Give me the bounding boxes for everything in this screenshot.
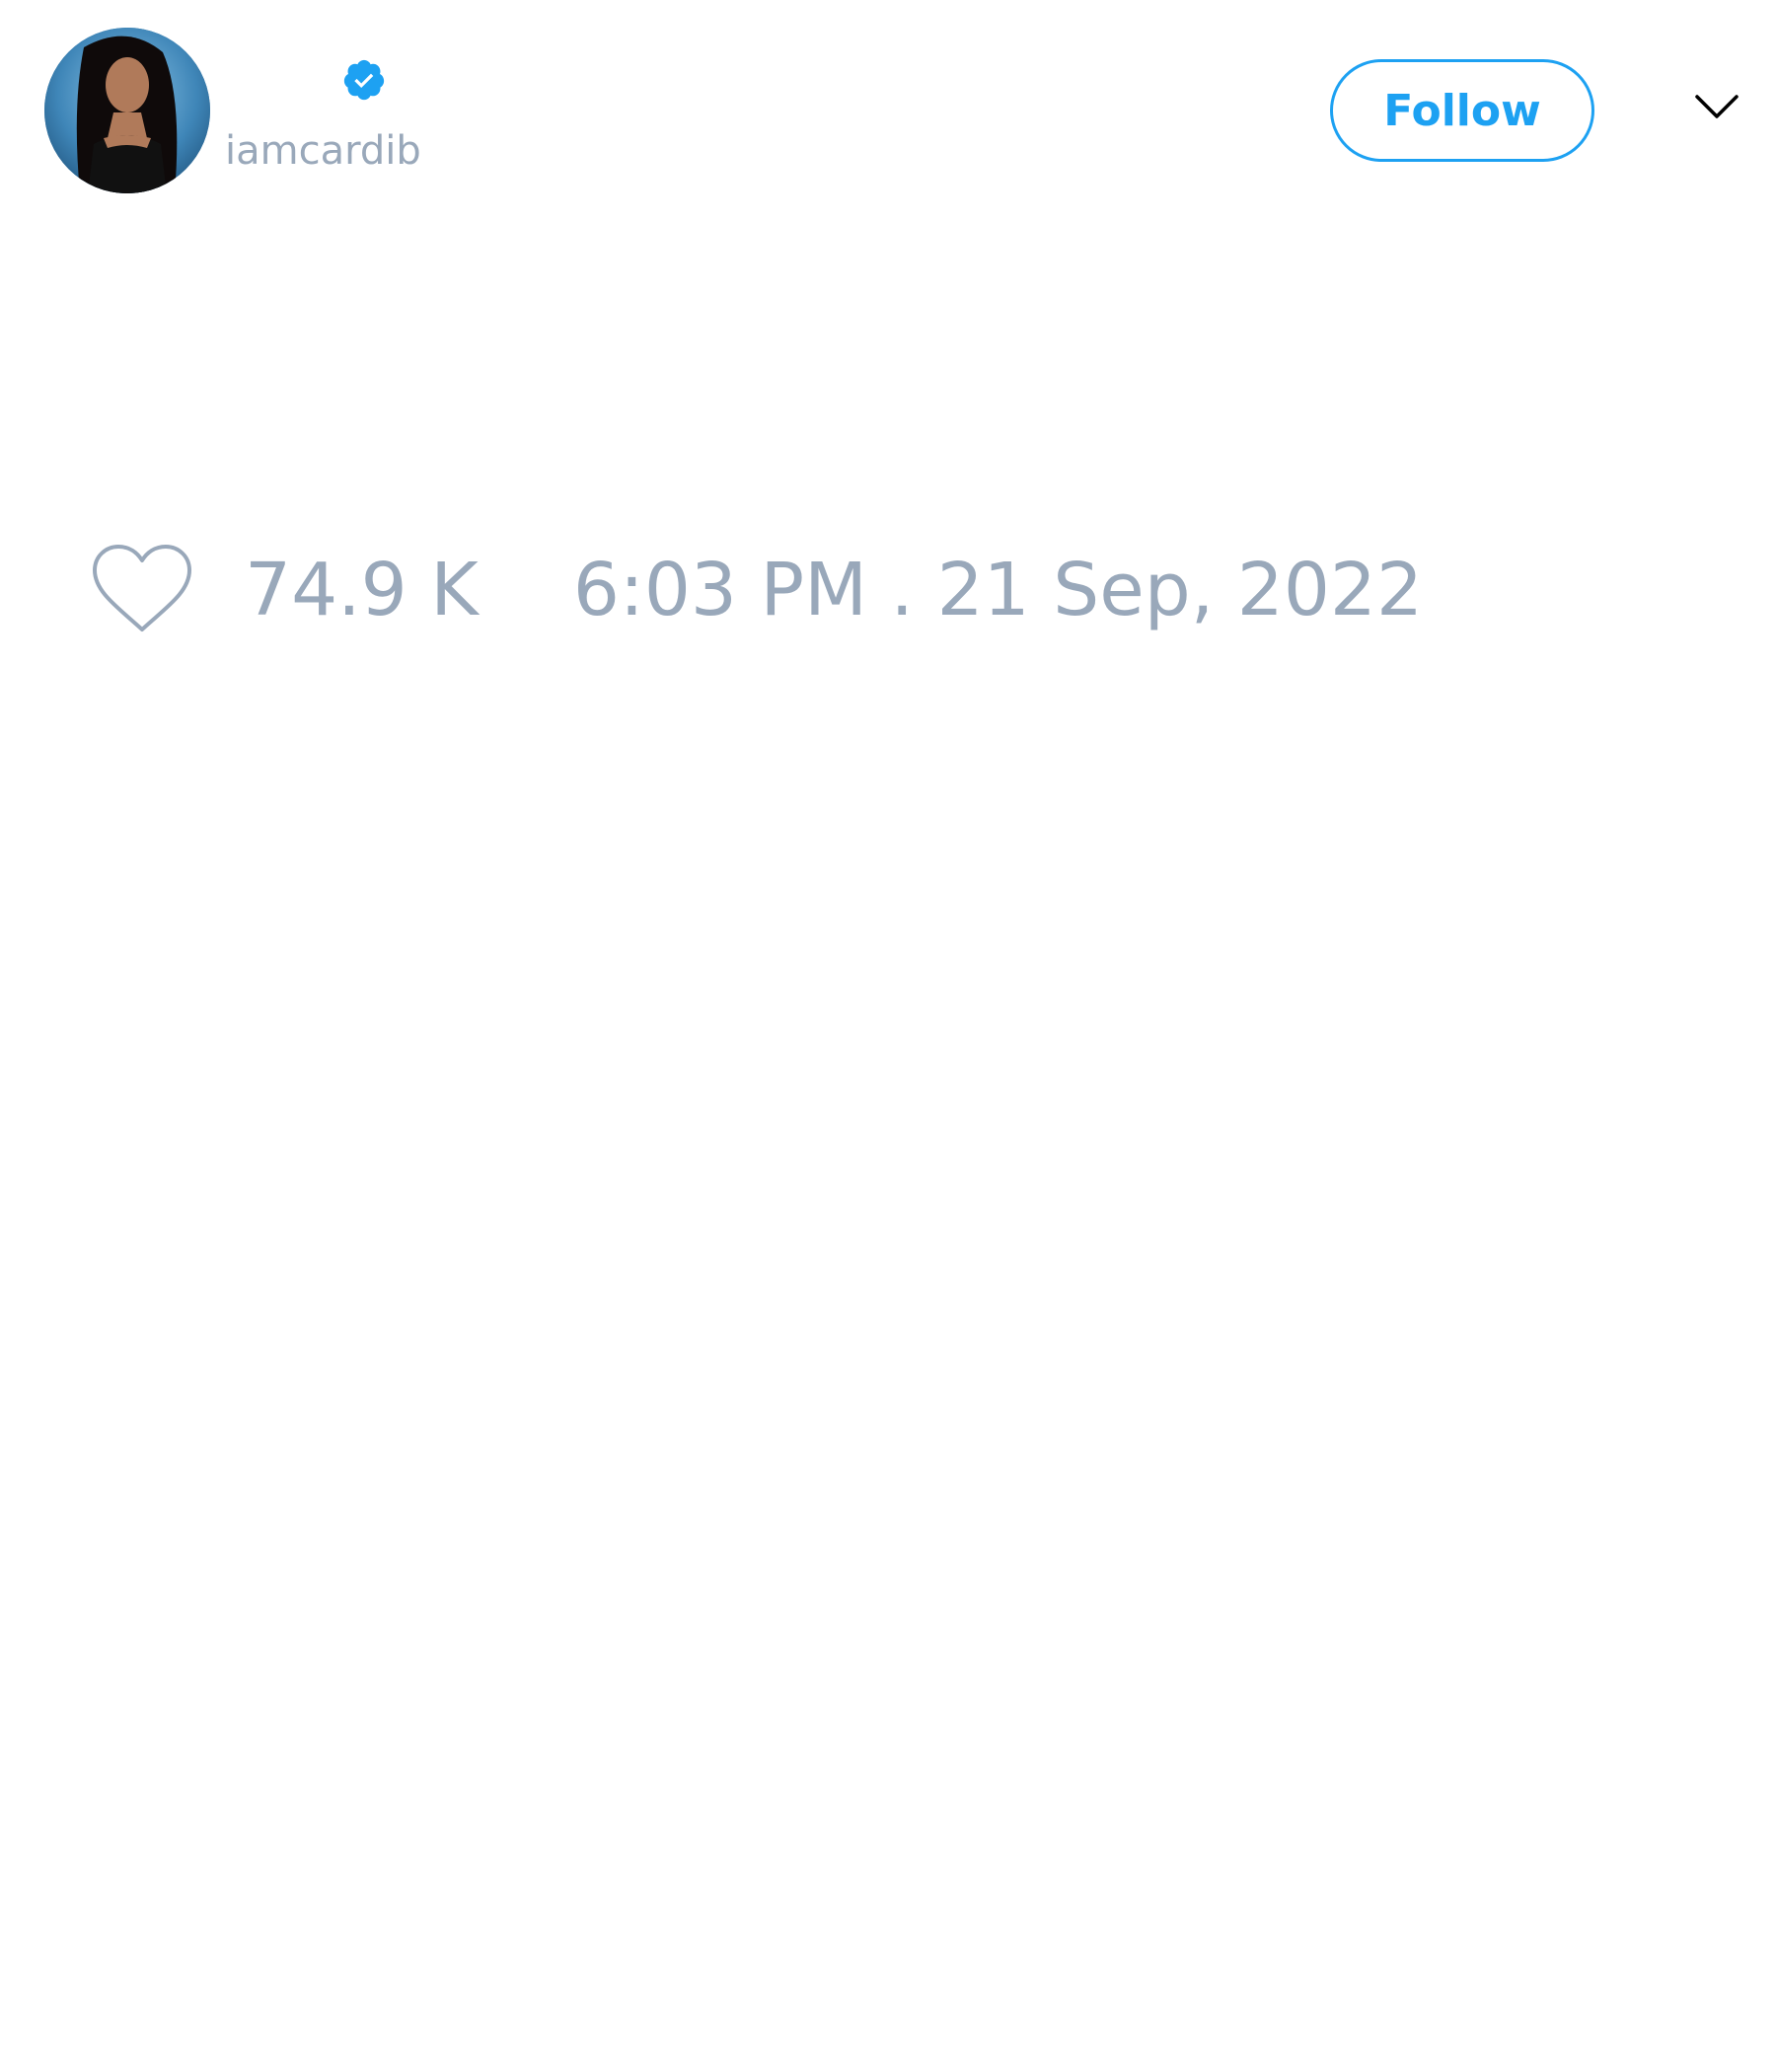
heart-outline-icon[interactable] [89, 543, 195, 637]
tweet-stats: 74.9 K 6:03 PM . 21 Sep, 2022 [89, 541, 1423, 639]
avatar[interactable] [44, 28, 210, 193]
avatar-image [44, 28, 210, 193]
chevron-down-icon[interactable] [1693, 89, 1740, 124]
verified-badge-icon [343, 59, 385, 101]
like-count: 74.9 K [245, 548, 479, 632]
follow-button[interactable]: Follow [1330, 59, 1594, 162]
author-handle[interactable]: iamcardib [225, 126, 421, 176]
tweet-timestamp[interactable]: 6:03 PM . 21 Sep, 2022 [573, 548, 1423, 632]
